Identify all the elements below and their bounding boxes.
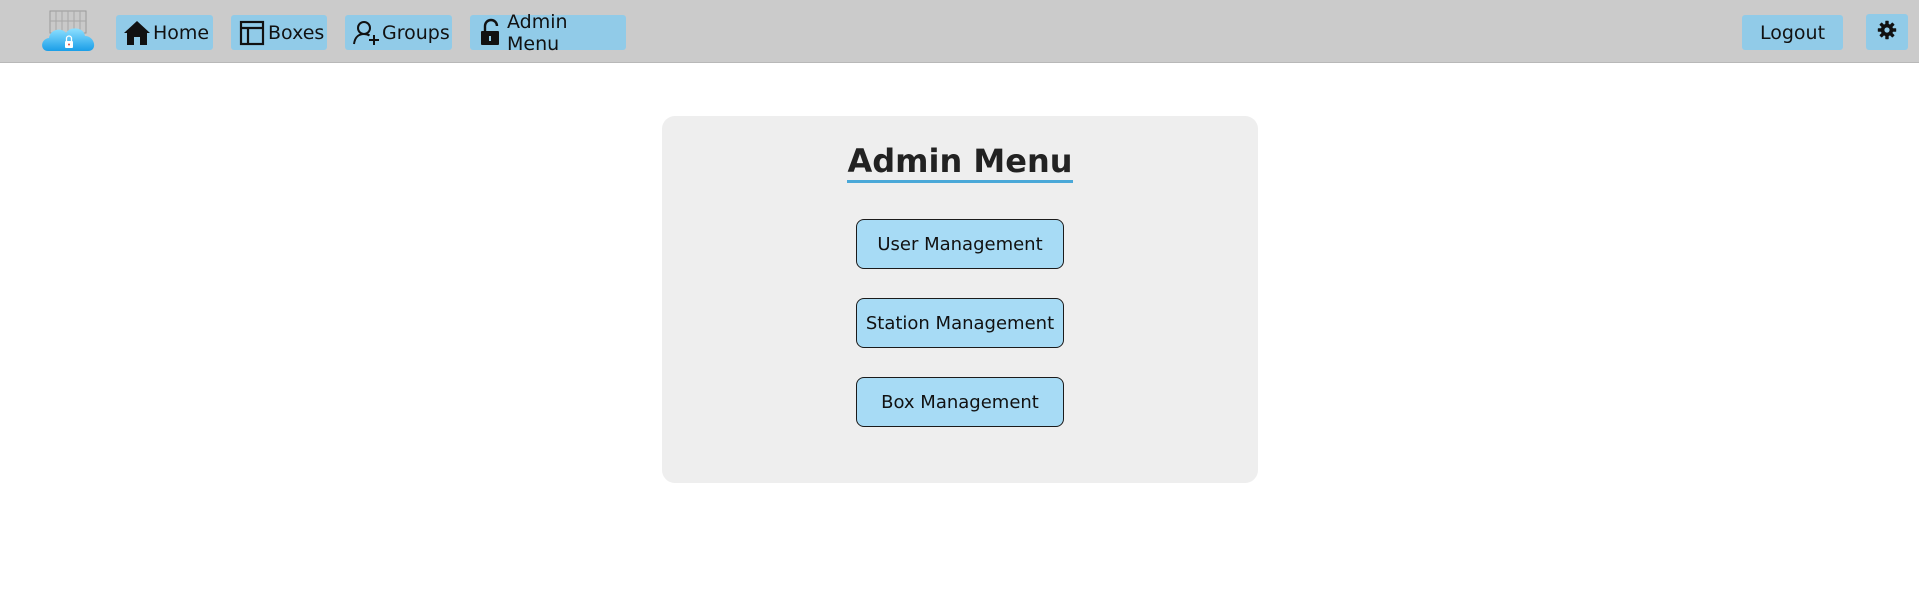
nav-admin-menu-button[interactable]: Admin Menu: [470, 11, 626, 55]
logout-button[interactable]: Logout: [1742, 15, 1843, 50]
nav-home-label: Home: [153, 21, 210, 44]
station-management-button[interactable]: Station Management: [856, 298, 1064, 348]
gear-icon: [1877, 20, 1897, 44]
admin-menu-panel: Admin Menu User Management Station Manag…: [662, 116, 1258, 483]
nav-boxes-label: Boxes: [268, 21, 325, 44]
groups-icon: [351, 18, 381, 48]
user-management-button[interactable]: User Management: [856, 219, 1064, 269]
nav-home-button[interactable]: Home: [116, 15, 213, 50]
nav-boxes-button[interactable]: Boxes: [231, 15, 327, 50]
nav-admin-menu-label: Admin Menu: [507, 10, 568, 55]
boxes-icon: [237, 18, 267, 48]
settings-button[interactable]: [1866, 14, 1908, 50]
unlock-icon: [476, 18, 506, 48]
home-icon: [122, 18, 152, 48]
top-navigation-bar: Home Boxes Groups Admin Menu Logout: [0, 0, 1919, 63]
cloud-lock-logo-icon[interactable]: [40, 9, 98, 55]
nav-groups-button[interactable]: Groups: [345, 15, 452, 50]
admin-menu-title: Admin Menu: [847, 142, 1073, 183]
box-management-button[interactable]: Box Management: [856, 377, 1064, 427]
nav-groups-label: Groups: [382, 21, 450, 44]
